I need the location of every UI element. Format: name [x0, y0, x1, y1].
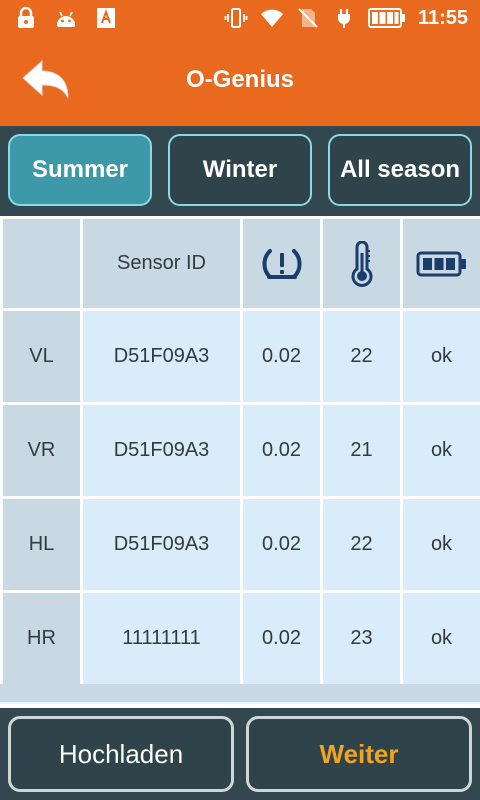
upload-button[interactable]: Hochladen	[8, 716, 234, 792]
status-bar: 11:55	[0, 0, 480, 36]
status-bar-right: 11:55	[224, 4, 468, 32]
cell-temperature: 21	[320, 402, 403, 499]
cell-temperature: 22	[320, 496, 403, 593]
cell-battery: ok	[400, 402, 480, 499]
status-bar-left	[14, 6, 118, 30]
table-row[interactable]: VL D51F09A3 0.02 22 ok	[0, 308, 480, 405]
column-header-temperature	[320, 216, 403, 311]
tab-all-season[interactable]: All season	[328, 134, 472, 206]
android-icon	[57, 11, 75, 27]
cell-pressure: 0.02	[240, 308, 323, 405]
next-button[interactable]: Weiter	[246, 716, 472, 792]
tire-pressure-icon	[262, 248, 301, 279]
sensor-table-area: Sensor ID VL D51F09A3 0.02 22 ok VR D51F…	[0, 216, 480, 704]
table-header-row: Sensor ID	[0, 216, 480, 311]
thermometer-icon	[351, 240, 372, 287]
status-time: 11:55	[417, 7, 468, 29]
tab-summer[interactable]: Summer	[8, 134, 152, 206]
no-sim-icon	[298, 8, 318, 28]
sensor-table: Sensor ID VL D51F09A3 0.02 22 ok VR D51F…	[0, 216, 480, 687]
column-header-battery	[400, 216, 480, 311]
wifi-icon	[260, 9, 283, 27]
cell-pressure: 0.02	[240, 402, 323, 499]
cell-position: HL	[0, 496, 83, 593]
cell-position: HR	[0, 590, 83, 687]
table-row[interactable]: VR D51F09A3 0.02 21 ok	[0, 402, 480, 499]
column-header-pressure	[240, 216, 323, 311]
cell-pressure: 0.02	[240, 496, 323, 593]
charging-plug-icon	[337, 9, 350, 28]
tab-winter[interactable]: Winter	[168, 134, 312, 206]
table-footer-strip	[0, 684, 480, 702]
cell-sensor-id: 11111111	[80, 590, 243, 687]
cell-position: VL	[0, 308, 83, 405]
app-header: O-Genius	[0, 36, 480, 126]
table-row[interactable]: HL D51F09A3 0.02 22 ok	[0, 496, 480, 593]
vibrate-icon	[224, 8, 248, 28]
cell-battery: ok	[400, 308, 480, 405]
season-tab-bar: Summer Winter All season	[0, 126, 480, 216]
font-a-icon	[97, 8, 115, 28]
column-header-sensor-id: Sensor ID	[80, 216, 243, 311]
table-row[interactable]: HR 11111111 0.02 23 ok	[0, 590, 480, 687]
cell-sensor-id: D51F09A3	[80, 308, 243, 405]
page-title: O-Genius	[185, 66, 294, 93]
cell-temperature: 23	[320, 590, 403, 687]
cell-temperature: 22	[320, 308, 403, 405]
cell-battery: ok	[400, 590, 480, 687]
cell-pressure: 0.02	[240, 590, 323, 687]
lock-icon	[18, 6, 34, 28]
cell-battery: ok	[400, 496, 480, 593]
cell-sensor-id: D51F09A3	[80, 496, 243, 593]
battery-icon	[367, 8, 405, 28]
bottom-action-bar: Hochladen Weiter	[0, 708, 480, 800]
cell-position: VR	[0, 402, 83, 499]
column-header-position	[0, 216, 83, 311]
battery-icon	[416, 251, 466, 276]
cell-sensor-id: D51F09A3	[80, 402, 243, 499]
